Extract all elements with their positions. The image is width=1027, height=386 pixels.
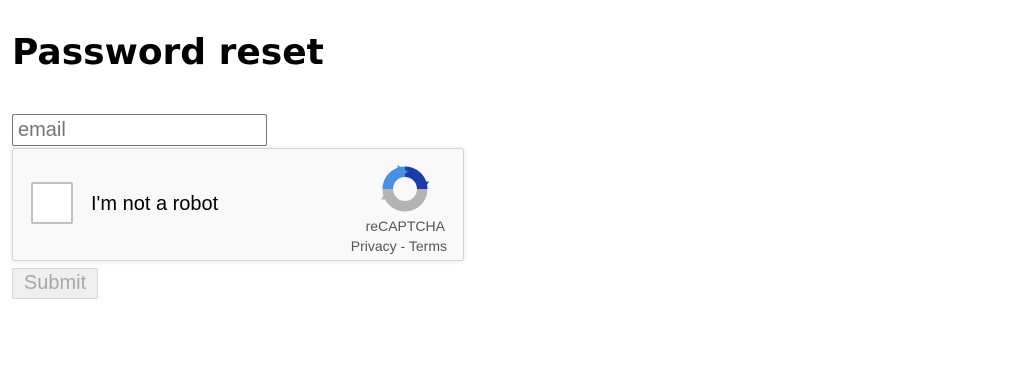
- page-title: Password reset: [12, 32, 324, 73]
- recaptcha-checkbox-label: I'm not a robot: [91, 193, 219, 215]
- recaptcha-widget: I'm not a robot reCAPTCHA Privacy - Term…: [12, 148, 464, 261]
- recaptcha-logo-icon: [381, 165, 429, 212]
- recaptcha-brand: reCAPTCHA: [365, 218, 445, 234]
- link-separator: -: [396, 238, 409, 254]
- recaptcha-links: Privacy - Terms: [351, 238, 447, 254]
- recaptcha-checkbox[interactable]: [31, 182, 73, 224]
- terms-link[interactable]: Terms: [409, 238, 447, 254]
- submit-button[interactable]: Submit: [12, 268, 98, 299]
- email-field[interactable]: [12, 114, 267, 146]
- privacy-link[interactable]: Privacy: [351, 238, 397, 254]
